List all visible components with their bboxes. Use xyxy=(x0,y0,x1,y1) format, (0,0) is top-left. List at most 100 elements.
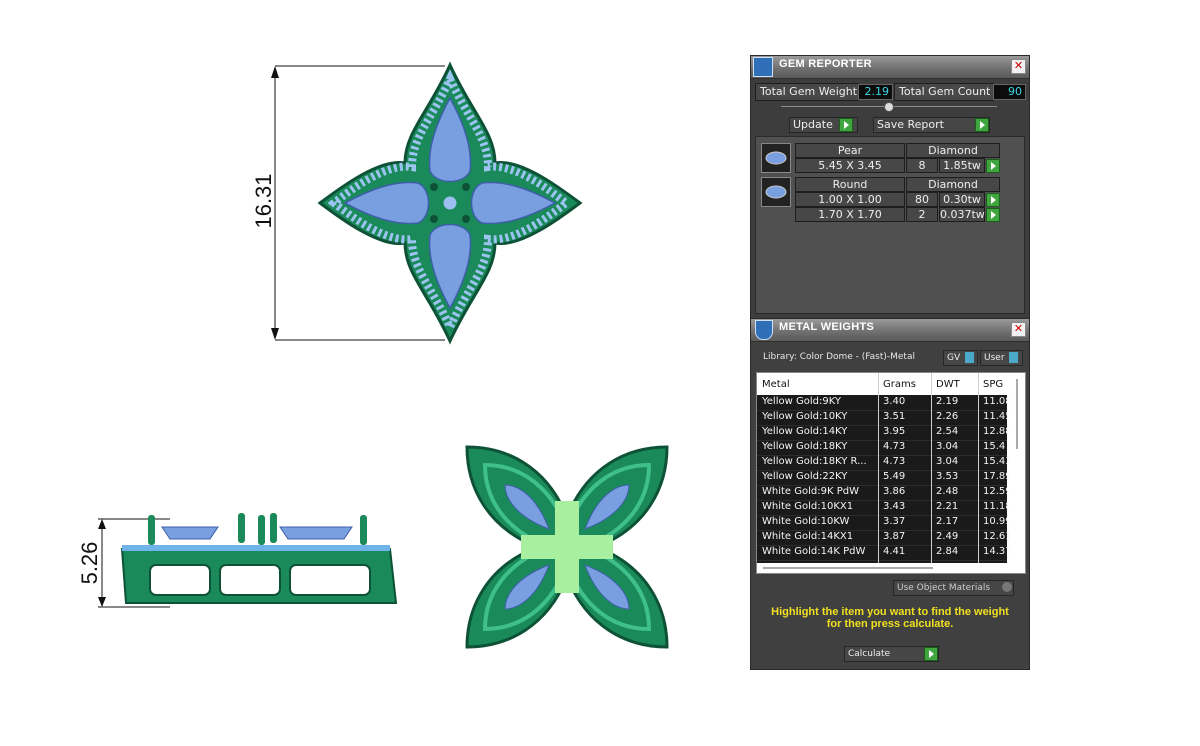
table-row[interactable]: Yellow Gold:18KY R... 4.73 3.04 15.43 xyxy=(757,455,1011,471)
save-report-button[interactable]: Save Report xyxy=(873,117,990,133)
column-divider xyxy=(978,373,979,573)
gem-weight-cell[interactable]: 0.30tw xyxy=(939,192,985,207)
table-row[interactable]: White Gold:9K PdW 3.86 2.48 12.59 xyxy=(757,485,1011,501)
vertical-scroll-thumb[interactable] xyxy=(1016,379,1018,449)
close-icon[interactable]: ✕ xyxy=(1011,59,1026,74)
gem-row-play-icon[interactable] xyxy=(986,159,1000,173)
dwt-cell: 2.19 xyxy=(936,396,959,407)
metal-name-cell: Yellow Gold:18KY R... xyxy=(762,456,867,467)
grams-cell: 4.41 xyxy=(883,546,906,557)
spg-cell: 11.45 xyxy=(983,411,1011,422)
flask-icon xyxy=(755,320,773,340)
grams-cell: 4.73 xyxy=(883,441,906,452)
horizontal-scroll-thumb[interactable] xyxy=(763,567,933,569)
side-dimension-label: 5.26 xyxy=(77,541,102,585)
gem-weight-cell[interactable]: 0.037tw xyxy=(939,207,985,222)
gem-count-cell[interactable]: 2 xyxy=(906,207,938,222)
metal-name-cell: White Gold:14K PdW xyxy=(762,546,866,557)
close-icon[interactable]: ✕ xyxy=(1011,322,1026,337)
spg-cell: 11.18 xyxy=(983,501,1011,512)
metal-name-cell: Yellow Gold:10KY xyxy=(762,411,848,422)
table-row[interactable]: Yellow Gold:22KY 5.49 3.53 17.89 xyxy=(757,470,1011,486)
spg-cell: 12.88 xyxy=(983,426,1011,437)
spg-cell: 15.4 xyxy=(983,441,1006,452)
table-row[interactable]: Yellow Gold:9KY 3.40 2.19 11.08 xyxy=(757,395,1011,411)
table-row[interactable]: Yellow Gold:18KY 4.73 3.04 15.4 xyxy=(757,440,1007,456)
grams-cell: 5.49 xyxy=(883,471,906,482)
gem-size-cell[interactable]: 1.00 X 1.00 xyxy=(795,192,905,207)
update-play-icon[interactable] xyxy=(839,118,853,132)
gv-info-icon[interactable] xyxy=(965,352,974,363)
table-row[interactable]: Yellow Gold:10KY 3.51 2.26 11.45 xyxy=(757,410,1011,426)
gem-size-cell[interactable]: 5.45 X 3.45 xyxy=(795,158,905,173)
gem-material-cell[interactable]: Diamond xyxy=(906,177,1000,192)
gem-reporter-titlebar[interactable]: GEM REPORTER ✕ xyxy=(751,56,1029,79)
pear-stone-thumbnail[interactable] xyxy=(761,143,791,173)
dwt-cell: 2.17 xyxy=(936,516,959,527)
grams-cell: 3.95 xyxy=(883,426,906,437)
total-gem-weight-value: 2.19 xyxy=(858,84,893,100)
slider-handle-icon[interactable] xyxy=(884,102,894,112)
metal-name-cell: Yellow Gold:9KY xyxy=(762,396,841,407)
top-view-drawing xyxy=(260,58,600,348)
spg-cell: 17.89 xyxy=(983,471,1011,482)
table-row[interactable]: White Gold:14K PdW 4.41 2.84 14.37 xyxy=(757,545,1011,561)
grams-cell: 3.40 xyxy=(883,396,906,407)
column-divider xyxy=(878,373,879,573)
metal-table-body: Yellow Gold:9KY 3.40 2.19 11.08 Yellow Gold:… xyxy=(757,395,1011,571)
calculate-play-icon[interactable] xyxy=(924,647,938,661)
side-view-drawing xyxy=(90,505,400,615)
gem-reporter-icon xyxy=(753,57,773,77)
gem-count-cell[interactable]: 8 xyxy=(906,158,938,173)
metal-name-cell: Yellow Gold:18KY xyxy=(762,441,848,452)
use-object-materials-dropdown[interactable]: Use Object Materials xyxy=(893,580,1014,596)
dwt-cell: 2.54 xyxy=(936,426,959,437)
metal-name-cell: Yellow Gold:22KY xyxy=(762,471,848,482)
metal-name-cell: White Gold:10KW xyxy=(762,516,850,527)
gv-label: GV xyxy=(947,353,961,363)
gem-row-play-icon[interactable] xyxy=(986,193,1000,207)
gem-size-cell[interactable]: 1.70 X 1.70 xyxy=(795,207,905,222)
table-row[interactable]: White Gold:10KX1 3.43 2.21 11.18 xyxy=(757,500,1011,516)
horizontal-scrollbar[interactable] xyxy=(757,563,1009,573)
user-info-icon[interactable] xyxy=(1009,352,1018,363)
metal-name-cell: White Gold:14KX1 xyxy=(762,531,854,542)
gem-list: Pear Diamond 5.45 X 3.45 8 1.85tw Round … xyxy=(755,136,1025,314)
top-dimension-label: 16.31 xyxy=(251,173,276,229)
total-gem-weight-label: Total Gem Weight xyxy=(755,83,859,101)
table-row[interactable]: Yellow Gold:14KY 3.95 2.54 12.88 xyxy=(757,425,1011,441)
table-row[interactable]: White Gold:10KW 3.37 2.17 10.99 xyxy=(757,515,1011,531)
gem-shape-cell[interactable]: Pear xyxy=(795,143,905,158)
table-row[interactable]: White Gold:14KX1 3.87 2.49 12.61 xyxy=(757,530,1011,546)
metal-weights-title: METAL WEIGHTS xyxy=(779,321,875,333)
dwt-cell: 2.84 xyxy=(936,546,959,557)
spg-cell: 12.59 xyxy=(983,486,1011,497)
gem-weight-cell[interactable]: 1.85tw xyxy=(939,158,985,173)
vertical-scrollbar[interactable] xyxy=(1009,373,1025,573)
col-header-spg[interactable]: SPG xyxy=(983,379,1003,390)
gem-count-cell[interactable]: 80 xyxy=(906,192,938,207)
gem-row-play-icon[interactable] xyxy=(986,208,1000,222)
save-report-play-icon[interactable] xyxy=(975,118,989,132)
metal-name-cell: White Gold:9K PdW xyxy=(762,486,859,497)
library-label: Library: Color Dome - (Fast)-Metal xyxy=(763,352,915,362)
col-header-metal[interactable]: Metal xyxy=(762,379,790,390)
grams-cell: 3.43 xyxy=(883,501,906,512)
gem-reporter-title: GEM REPORTER xyxy=(779,58,872,70)
dwt-cell: 2.49 xyxy=(936,531,959,542)
user-label: User xyxy=(984,353,1005,363)
bottom-view-drawing xyxy=(462,442,672,652)
grams-cell: 3.87 xyxy=(883,531,906,542)
metal-weights-titlebar[interactable]: METAL WEIGHTS ✕ xyxy=(751,319,1029,342)
metal-table[interactable]: Metal Grams DWT SPG Yellow Gold:9KY 3.40 2… xyxy=(756,372,1026,574)
column-divider xyxy=(931,373,932,573)
round-stone-thumbnail[interactable] xyxy=(761,177,791,207)
col-header-dwt[interactable]: DWT xyxy=(936,379,960,390)
gem-shape-cell[interactable]: Round xyxy=(795,177,905,192)
gem-material-cell[interactable]: Diamond xyxy=(906,143,1000,158)
spg-cell: 12.61 xyxy=(983,531,1011,542)
grams-cell: 3.86 xyxy=(883,486,906,497)
total-gem-count-value: 90 xyxy=(993,84,1026,100)
col-header-grams[interactable]: Grams xyxy=(883,379,916,390)
dropdown-toggle-icon[interactable] xyxy=(1002,582,1012,592)
